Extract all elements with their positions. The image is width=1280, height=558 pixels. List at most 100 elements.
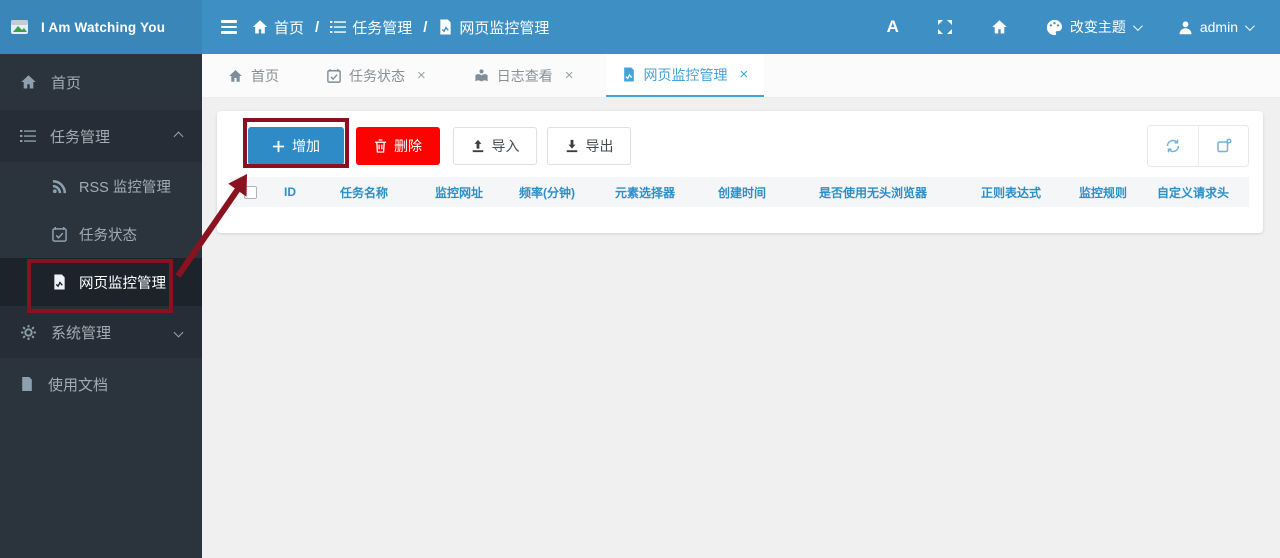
sidebar-item-task-management[interactable]: 任务管理 [0, 110, 202, 162]
select-all-checkbox[interactable] [243, 185, 257, 199]
import-button-label: 导入 [491, 138, 520, 154]
import-button[interactable]: 导入 [453, 127, 537, 165]
toolbar: 增加 删除 导入 导出 [217, 111, 1263, 167]
home-icon [20, 74, 37, 90]
theme-menu-label: 改变主题 [1069, 19, 1126, 35]
home-button[interactable] [991, 19, 1008, 35]
column-header-frequency[interactable]: 频率(分钟) [501, 184, 593, 201]
column-settings-button[interactable] [1198, 126, 1248, 166]
column-header-task-name[interactable]: 任务名称 [311, 184, 417, 201]
sidebar: 首页 任务管理 RSS 监控管理 任务状态 网页监控管理 系统管理 使用文档 [0, 54, 202, 558]
export-button[interactable]: 导出 [547, 127, 631, 165]
list-icon [330, 20, 347, 34]
gear-icon [20, 324, 37, 341]
refresh-button[interactable] [1148, 126, 1198, 166]
sidebar-item-label: 网页监控管理 [79, 275, 166, 292]
sidebar-item-docs[interactable]: 使用文档 [0, 358, 202, 410]
log-reader-icon [474, 68, 489, 83]
home-icon [991, 19, 1008, 35]
trash-icon [374, 139, 387, 153]
column-header-regex[interactable]: 正则表达式 [959, 184, 1063, 201]
breadcrumb-item-tasks[interactable]: 任务管理 [330, 17, 412, 38]
sidebar-item-system-management[interactable]: 系统管理 [0, 306, 202, 358]
breadcrumb-label: 网页监控管理 [459, 19, 550, 37]
breadcrumb-separator: / [423, 18, 428, 36]
breadcrumb-separator: / [315, 18, 320, 36]
tab-close-icon[interactable]: × [417, 67, 426, 84]
tab-task-status[interactable]: 任务状态 × [311, 54, 442, 97]
app-title: I Am Watching You [41, 19, 166, 35]
tab-web-monitor[interactable]: 网页监控管理 × [605, 54, 765, 97]
fullscreen-button[interactable] [937, 19, 953, 35]
column-header-id[interactable]: ID [269, 185, 311, 199]
file-chart-icon [622, 67, 636, 82]
add-button[interactable]: 增加 [248, 127, 344, 165]
theme-menu[interactable]: 改变主题 [1046, 17, 1143, 37]
sidebar-item-home[interactable]: 首页 [0, 54, 202, 110]
download-icon [565, 139, 579, 153]
sidebar-item-task-status[interactable]: 任务状态 [0, 210, 202, 258]
file-icon [20, 376, 34, 392]
tab-label: 日志查看 [496, 67, 553, 84]
column-header-monitor-url[interactable]: 监控网址 [417, 184, 501, 201]
font-size-button[interactable]: A [887, 17, 899, 37]
logo[interactable]: I Am Watching You [0, 0, 202, 54]
tab-close-icon[interactable]: × [565, 67, 574, 84]
app-logo-icon [10, 18, 32, 36]
column-header-created-time[interactable]: 创建时间 [697, 184, 787, 201]
export-button-label: 导出 [585, 138, 614, 154]
rss-icon [52, 179, 67, 194]
sidebar-item-label: RSS 监控管理 [79, 179, 171, 196]
fullscreen-icon [937, 19, 953, 35]
breadcrumb-item-webmonitor[interactable]: 网页监控管理 [438, 17, 549, 38]
breadcrumb: 首页 / 任务管理 / 网页监控管理 [252, 0, 549, 54]
tab-bar: 首页 任务状态 × 日志查看 × 网页监控管理 × [202, 54, 1280, 98]
breadcrumb-label: 首页 [274, 19, 305, 37]
column-header-headless-browser[interactable]: 是否使用无头浏览器 [787, 184, 959, 201]
column-header-monitor-rule[interactable]: 监控规则 [1063, 184, 1143, 201]
sidebar-item-label: 首页 [51, 74, 82, 92]
chevron-down-icon [1244, 20, 1255, 31]
column-header-element-selector[interactable]: 元素选择器 [593, 184, 697, 201]
user-menu[interactable]: admin [1178, 19, 1255, 35]
chevron-up-icon [173, 131, 184, 141]
tab-label: 首页 [251, 67, 279, 84]
column-header-custom-headers[interactable]: 自定义请求头 [1143, 184, 1243, 201]
user-menu-label: admin [1199, 19, 1238, 35]
palette-icon [1046, 19, 1063, 36]
header-actions: A 改变主题 admin [887, 0, 1280, 54]
app-window: I Am Watching You 首页 / 任务管理 / 网页监控管理 A 改… [0, 0, 1280, 558]
tab-label: 网页监控管理 [643, 66, 728, 83]
list-icon [20, 129, 36, 143]
tab-close-icon[interactable]: × [740, 66, 749, 83]
home-icon [228, 69, 243, 83]
sidebar-item-label: 任务管理 [50, 128, 111, 146]
breadcrumb-item-home[interactable]: 首页 [252, 17, 304, 38]
tab-log-view[interactable]: 日志查看 × [458, 54, 590, 97]
chevron-down-icon [1132, 20, 1143, 31]
content-card: 增加 删除 导入 导出 ID 任务名称 监控网址 频率(分钟) 元素选择器 创建… [217, 111, 1263, 233]
breadcrumb-label: 任务管理 [352, 19, 413, 37]
upload-icon [471, 139, 485, 153]
table-tools [1147, 125, 1249, 167]
sidebar-item-rss-monitor[interactable]: RSS 监控管理 [0, 162, 202, 210]
file-chart-icon [52, 274, 67, 290]
refresh-icon [1165, 138, 1181, 154]
column-settings-icon [1216, 138, 1232, 154]
sidebar-item-label: 系统管理 [51, 324, 112, 342]
calendar-check-icon [327, 68, 341, 83]
delete-button[interactable]: 删除 [356, 127, 440, 165]
user-icon [1178, 20, 1193, 35]
file-chart-icon [438, 19, 453, 35]
home-icon [252, 19, 268, 35]
table-header-row: ID 任务名称 监控网址 频率(分钟) 元素选择器 创建时间 是否使用无头浏览器… [231, 177, 1249, 207]
sidebar-item-web-monitor[interactable]: 网页监控管理 [0, 258, 202, 306]
tab-home[interactable]: 首页 [212, 54, 295, 97]
add-button-label: 增加 [292, 138, 320, 154]
calendar-check-icon [52, 226, 67, 242]
chevron-down-icon [173, 327, 184, 337]
plus-icon [272, 140, 285, 153]
table-header-cell [231, 185, 269, 199]
top-header: I Am Watching You 首页 / 任务管理 / 网页监控管理 A 改… [0, 0, 1280, 54]
menu-toggle-button[interactable] [206, 0, 252, 54]
